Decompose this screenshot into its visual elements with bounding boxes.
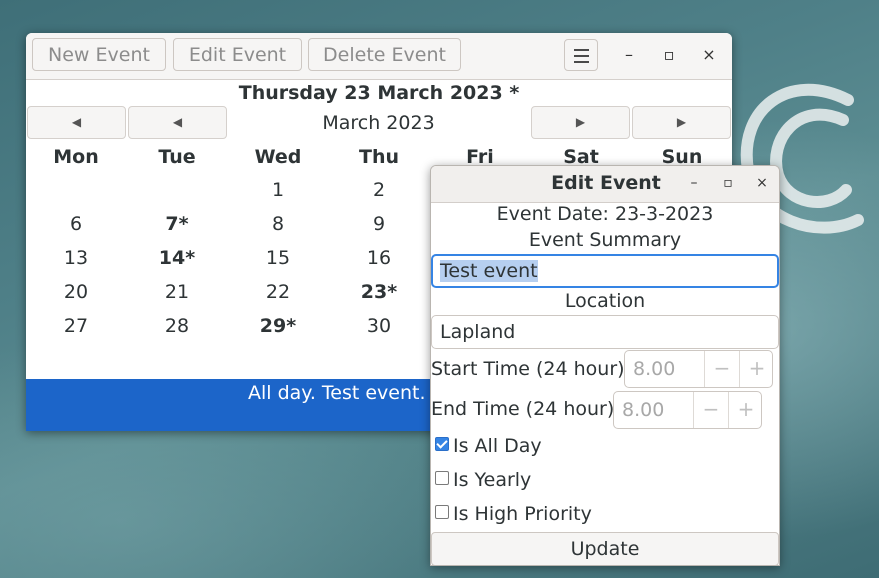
edit-event-button[interactable]: Edit Event [173,38,302,71]
close-icon[interactable]: × [751,172,773,194]
calendar-day[interactable]: 23* [349,281,409,303]
calendar-day[interactable]: 15 [248,247,308,269]
header-bar: New Event Edit Event Delete Event – ▫ × [26,33,732,80]
increment-icon[interactable]: + [739,351,774,387]
end-time-value[interactable]: 8.00 [622,392,664,428]
next-year-button[interactable]: ▶ [632,106,731,139]
hamburger-menu-button[interactable] [564,39,598,71]
minimize-icon[interactable]: – [617,43,641,67]
decrement-icon[interactable]: − [693,392,728,428]
calendar-day[interactable]: 14* [147,247,207,269]
delete-event-button[interactable]: Delete Event [308,38,461,71]
calendar-day[interactable]: 21 [147,281,207,303]
yearly-label: Is Yearly [453,469,532,491]
event-date-label: Event Date: 23-3-2023 [496,203,714,225]
calendar-day[interactable]: 28 [147,315,207,337]
calendar-day[interactable]: 22 [248,281,308,303]
yearly-checkbox-row[interactable]: Is Yearly [435,469,531,491]
start-time-spinner[interactable]: 8.00 − + [624,350,773,388]
calendar-day[interactable]: 8 [248,213,308,235]
calendar-day[interactable]: 30 [349,315,409,337]
decrement-icon[interactable]: − [704,351,739,387]
calendar-day[interactable]: 13 [46,247,106,269]
event-summary-input[interactable]: Test event [431,254,779,288]
weekday-label: Wed [254,146,302,168]
arrow-left-icon: ◀ [71,115,82,129]
menu-line-icon [574,55,589,57]
high-priority-checkbox-row[interactable]: Is High Priority [435,503,592,525]
start-time-label: Start Time (24 hour) [431,358,625,380]
prev-month-button[interactable]: ◀ [128,106,227,139]
menu-line-icon [574,61,589,63]
event-summary-label: Event Summary [528,229,682,251]
maximize-icon[interactable]: ▫ [657,43,681,67]
yearly-checkbox[interactable] [435,471,449,485]
high-priority-checkbox[interactable] [435,505,449,519]
selected-date-title: Thursday 23 March 2023 * [238,82,520,104]
calendar-day[interactable]: 6 [46,213,106,235]
start-time-value[interactable]: 8.00 [633,351,675,387]
all-day-checkbox[interactable] [435,437,449,451]
end-time-spinner[interactable]: 8.00 − + [613,391,762,429]
calendar-day[interactable]: 20 [46,281,106,303]
month-label: March 2023 [322,112,435,134]
new-event-button[interactable]: New Event [32,38,166,71]
weekday-label: Tue [158,146,196,168]
edit-event-dialog: Edit Event – ▫ × Event Date: 23-3-2023 E… [430,165,780,566]
calendar-day[interactable]: 27 [46,315,106,337]
event-list-item: All day. Test event. [248,382,426,404]
minimize-icon[interactable]: – [683,172,705,194]
update-button[interactable]: Update [431,532,779,565]
end-time-label: End Time (24 hour) [431,398,615,420]
arrow-right-icon: ▶ [676,115,687,129]
weekday-label: Thu [358,146,399,168]
calendar-day[interactable]: 16 [349,247,409,269]
dialog-header: Edit Event – ▫ × [431,166,779,203]
all-day-checkbox-row[interactable]: Is All Day [435,435,542,457]
high-priority-label: Is High Priority [453,503,592,525]
close-icon[interactable]: × [697,43,721,67]
menu-line-icon [574,49,589,51]
arrow-left-icon: ◀ [172,115,183,129]
calendar-day[interactable]: 1 [248,179,308,201]
calendar-day[interactable]: 7* [147,213,207,235]
weekday-label: Mon [53,146,99,168]
location-label: Location [564,290,646,312]
calendar-day[interactable]: 9 [349,213,409,235]
location-input[interactable]: Lapland [431,315,779,349]
calendar-day[interactable]: 2 [349,179,409,201]
arrow-right-icon: ▶ [575,115,586,129]
increment-icon[interactable]: + [728,392,763,428]
maximize-icon[interactable]: ▫ [717,172,739,194]
summary-selected-text: Test event [440,260,538,282]
calendar-day[interactable]: 29* [248,315,308,337]
next-month-button[interactable]: ▶ [531,106,630,139]
all-day-label: Is All Day [453,435,542,457]
prev-year-button[interactable]: ◀ [27,106,126,139]
